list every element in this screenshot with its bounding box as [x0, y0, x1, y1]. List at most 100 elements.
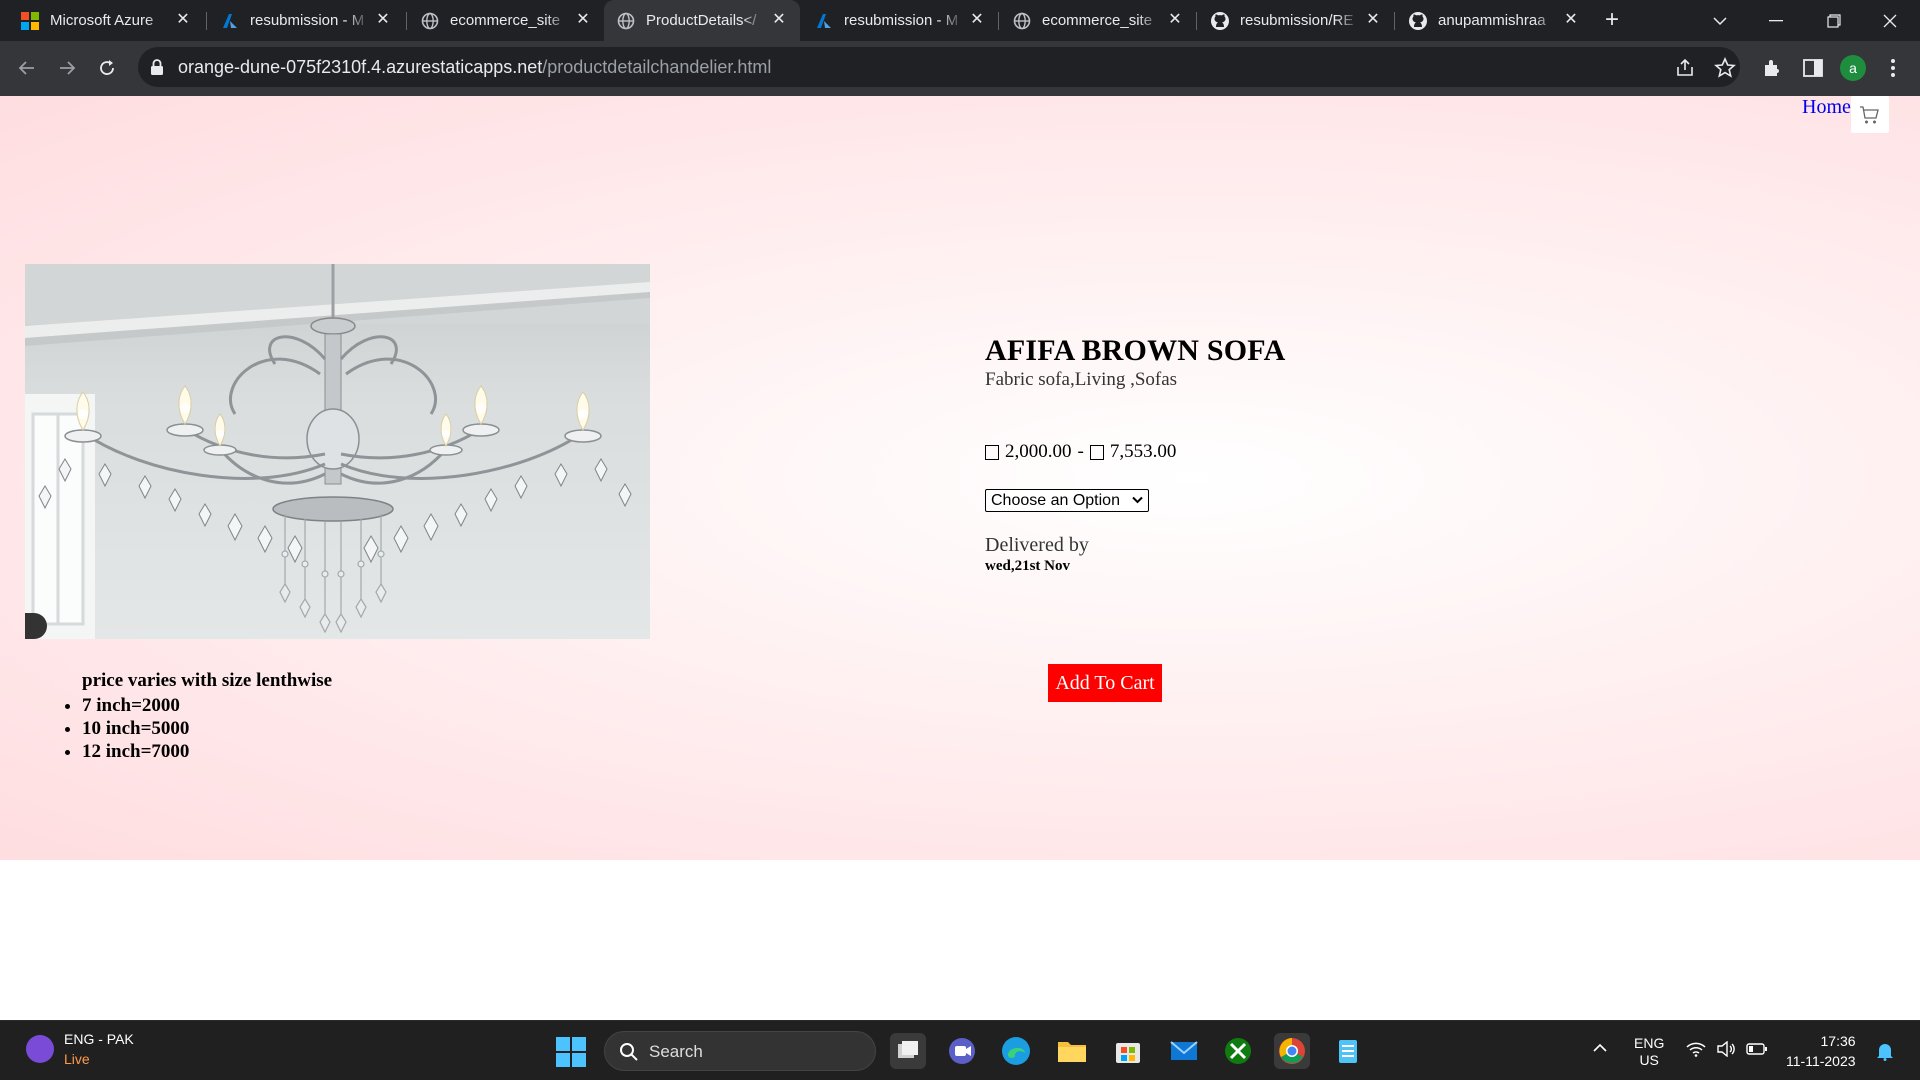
- close-tab-icon[interactable]: ✕: [1364, 11, 1382, 29]
- url-text: orange-dune-075f2310f.4.azurestaticapps.…: [178, 57, 771, 78]
- search-icon: [620, 1043, 638, 1061]
- task-view-icon[interactable]: [890, 1033, 926, 1069]
- size-option-select[interactable]: Choose an Option: [985, 489, 1149, 512]
- tab-microsoft-azure[interactable]: Microsoft Azure ✕: [8, 0, 204, 41]
- search-label: Search: [649, 1042, 703, 1061]
- cart-icon: [1860, 105, 1879, 123]
- tab-search-chevron-icon[interactable]: [1692, 0, 1748, 41]
- tab-ecommerce-site-1[interactable]: ecommerce_site ✕: [408, 0, 604, 41]
- clock-time: 17:36: [1820, 1033, 1856, 1049]
- xbox-icon[interactable]: [1220, 1033, 1256, 1069]
- url-path: /productdetailchandelier.html: [542, 57, 772, 77]
- chrome-icon[interactable]: [1274, 1033, 1310, 1069]
- microsoft-store-icon[interactable]: [1110, 1033, 1146, 1069]
- extensions-icon[interactable]: [1762, 57, 1784, 79]
- teams-chat-icon[interactable]: [944, 1033, 980, 1069]
- product-page: Home price varies with size lenthwise • …: [0, 96, 1920, 860]
- widgets-icon[interactable]: [26, 1035, 54, 1063]
- globe-icon: [420, 11, 440, 31]
- add-to-cart-button[interactable]: Add To Cart: [1048, 664, 1162, 702]
- windows-taskbar: ENG - PAK Live Search ENG US 17:36 11-11…: [0, 1020, 1920, 1080]
- notepad-icon[interactable]: [1330, 1033, 1366, 1069]
- new-tab-button[interactable]: +: [1598, 6, 1626, 34]
- input-language[interactable]: ENG US: [1634, 1035, 1664, 1069]
- size-notes-heading: price varies with size lenthwise: [82, 670, 333, 691]
- clock[interactable]: 17:36 11-11-2023: [1786, 1033, 1856, 1070]
- azure-devops-icon: [220, 11, 240, 31]
- tab-github-profile[interactable]: anupammishraa ✕: [1396, 0, 1592, 41]
- tab-strip: Microsoft Azure ✕ resubmission - M ✕ eco…: [0, 0, 1920, 41]
- language-bottom: US: [1639, 1052, 1659, 1068]
- wifi-icon[interactable]: [1686, 1041, 1706, 1061]
- globe-icon: [1012, 11, 1032, 31]
- price-high: 7,553.00: [1109, 441, 1177, 462]
- delivered-date: wed,21st Nov: [985, 558, 1070, 574]
- price-separator: -: [1077, 441, 1084, 462]
- tab-title: ecommerce_site: [1042, 12, 1153, 29]
- home-link[interactable]: Home: [1802, 96, 1851, 119]
- size-item: 12 inch=7000: [82, 740, 332, 763]
- widgets-title[interactable]: ENG - PAK: [64, 1031, 134, 1047]
- size-item: 10 inch=5000: [82, 717, 332, 740]
- volume-icon[interactable]: [1716, 1040, 1736, 1061]
- restore-button[interactable]: [1806, 0, 1862, 41]
- reload-button[interactable]: [93, 54, 121, 82]
- file-explorer-icon[interactable]: [1054, 1033, 1090, 1069]
- bookmark-star-icon[interactable]: [1714, 57, 1736, 79]
- tab-title: resubmission - M: [250, 12, 365, 29]
- close-tab-icon[interactable]: ✕: [374, 11, 392, 29]
- product-image: [25, 264, 650, 639]
- clock-date: 11-11-2023: [1786, 1053, 1856, 1069]
- share-icon[interactable]: [1674, 57, 1696, 79]
- cart-button[interactable]: [1851, 96, 1889, 133]
- mail-icon[interactable]: [1166, 1033, 1202, 1069]
- tab-title: anupammishraa: [1438, 12, 1546, 29]
- minimize-button[interactable]: [1748, 0, 1804, 41]
- tab-ecommerce-site-2[interactable]: ecommerce_site ✕: [1000, 0, 1196, 41]
- product-name: AFIFA BROWN SOFA: [985, 334, 1286, 367]
- option-select-value: Choose an Option: [991, 491, 1120, 509]
- taskbar-search[interactable]: Search: [604, 1031, 876, 1071]
- tab-product-details[interactable]: ProductDetails</ ✕: [604, 0, 800, 41]
- show-hidden-icons-chevron-icon[interactable]: [1592, 1041, 1608, 1058]
- size-notes: price varies with size lenthwise 7 inch=…: [58, 670, 332, 763]
- tab-title: Microsoft Azure: [50, 12, 154, 29]
- size-item: 7 inch=2000: [82, 694, 332, 717]
- side-panel-icon[interactable]: [1802, 57, 1824, 79]
- tab-title: ProductDetails</: [646, 12, 757, 29]
- edge-icon[interactable]: [998, 1033, 1034, 1069]
- price-range: 2,000.00 - 7,553.00: [985, 441, 1176, 463]
- tab-resubmission-1[interactable]: resubmission - M ✕: [208, 0, 404, 41]
- price-low: 2,000.00: [1005, 441, 1072, 462]
- close-tab-icon[interactable]: ✕: [968, 11, 986, 29]
- tab-title: ecommerce_site: [450, 12, 561, 29]
- back-button[interactable]: [13, 54, 41, 82]
- tab-title: resubmission/RE: [1240, 12, 1354, 29]
- lock-icon: [150, 58, 166, 76]
- forward-button[interactable]: [53, 54, 81, 82]
- battery-icon[interactable]: [1746, 1042, 1768, 1060]
- tab-resubmission-2[interactable]: resubmission - M ✕: [802, 0, 998, 41]
- chrome-menu-icon[interactable]: [1882, 57, 1904, 79]
- size-list: 7 inch=2000 10 inch=5000 12 inch=7000: [58, 694, 332, 763]
- github-icon: [1210, 11, 1230, 31]
- start-button[interactable]: [556, 1037, 586, 1067]
- tab-github-resubmission[interactable]: resubmission/RE ✕: [1198, 0, 1394, 41]
- notification-bell-icon[interactable]: [1876, 1041, 1894, 1065]
- close-window-button[interactable]: [1862, 0, 1918, 41]
- microsoft-icon: [20, 11, 40, 31]
- profile-avatar[interactable]: a: [1840, 55, 1866, 81]
- close-tab-icon[interactable]: ✕: [174, 11, 192, 29]
- product-category: Fabric sofa,Living ,Sofas: [985, 369, 1178, 390]
- browser-toolbar: orange-dune-075f2310f.4.azurestaticapps.…: [0, 41, 1920, 96]
- language-top: ENG: [1634, 1035, 1665, 1051]
- address-bar[interactable]: orange-dune-075f2310f.4.azurestaticapps.…: [138, 47, 1740, 87]
- widgets-status: Live: [64, 1051, 90, 1067]
- close-tab-icon[interactable]: ✕: [1562, 11, 1580, 29]
- currency-glyph-icon: [1089, 444, 1104, 460]
- close-tab-icon[interactable]: ✕: [770, 11, 788, 29]
- chevron-down-icon: [1132, 496, 1143, 504]
- close-tab-icon[interactable]: ✕: [1166, 11, 1184, 29]
- delivered-label: Delivered by: [985, 534, 1089, 556]
- close-tab-icon[interactable]: ✕: [574, 11, 592, 29]
